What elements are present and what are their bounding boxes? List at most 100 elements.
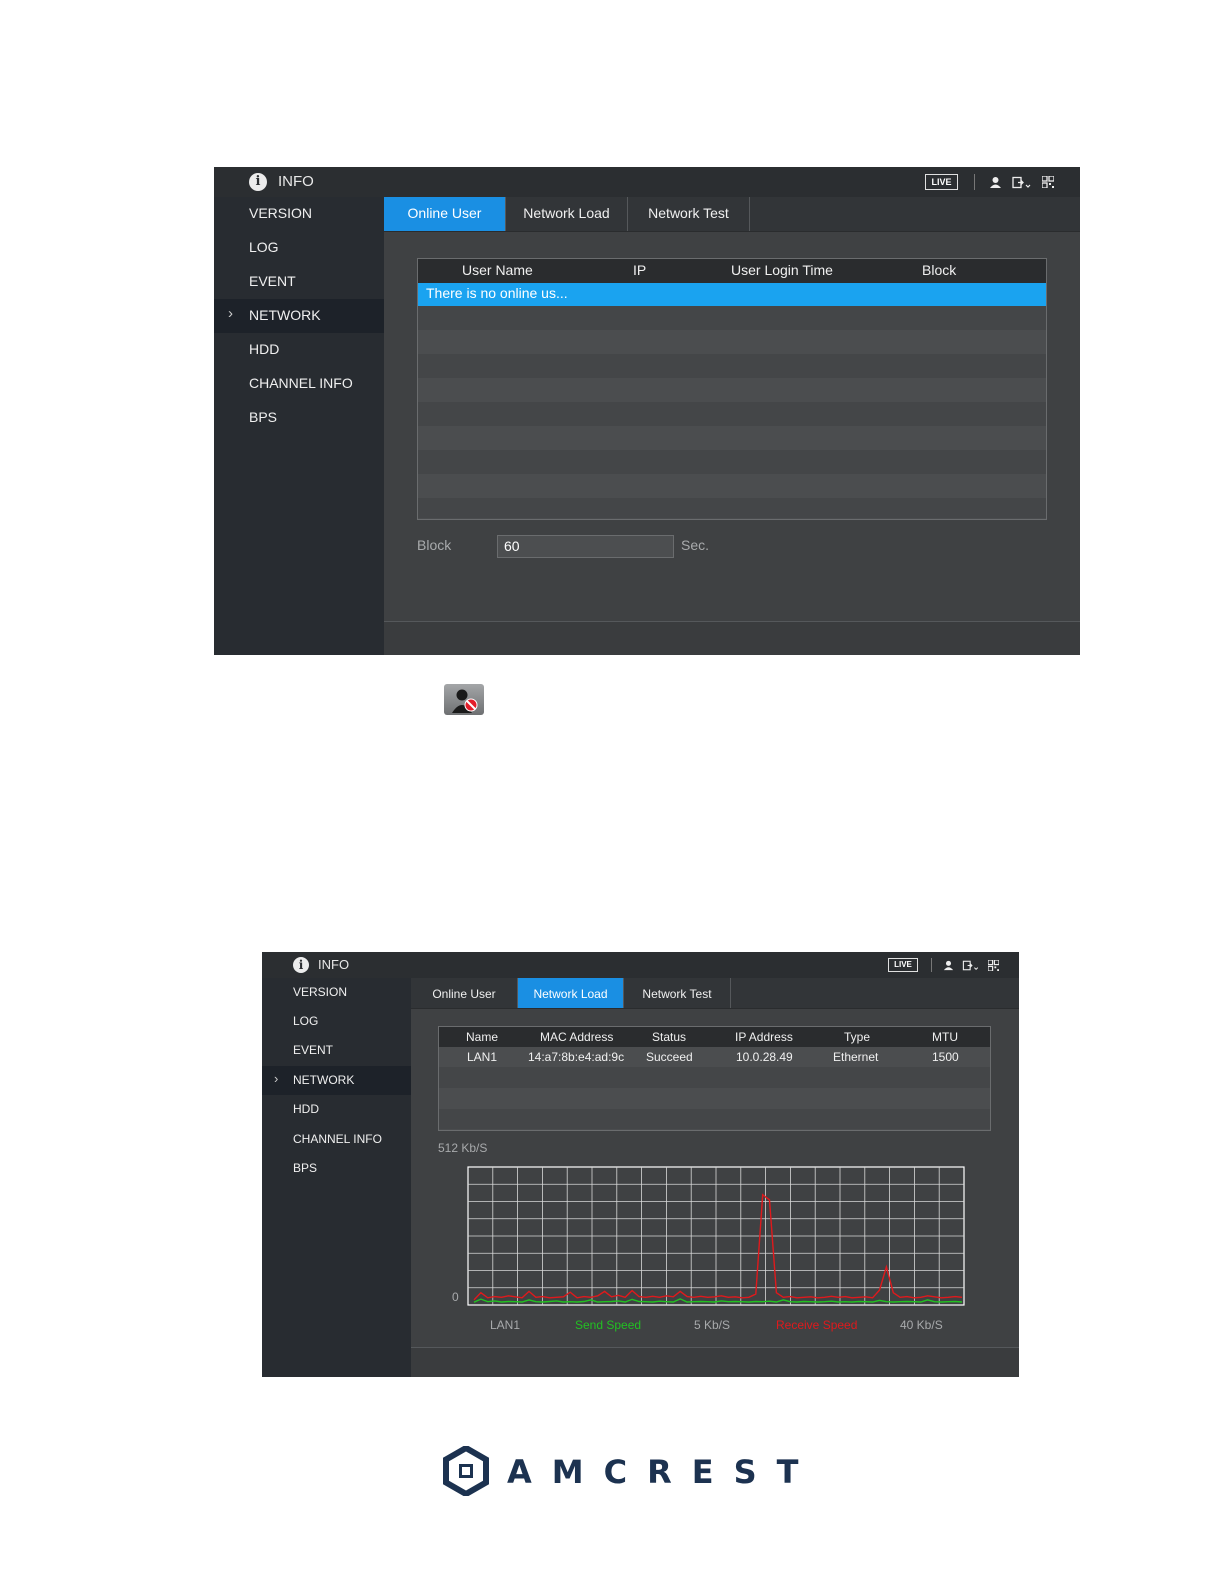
sidebar-item-label: BPS bbox=[249, 409, 278, 425]
sidebar-item-bps[interactable]: BPS bbox=[262, 1154, 411, 1183]
sidebar-item-label: BPS bbox=[293, 1161, 318, 1175]
tab-label: Online User bbox=[407, 205, 482, 221]
sidebar-item-label: VERSION bbox=[249, 205, 313, 221]
tab-label: Network Test bbox=[642, 987, 712, 1001]
sidebar-item-log[interactable]: LOG bbox=[214, 231, 384, 265]
column-header-ip[interactable]: IP bbox=[633, 262, 646, 278]
legend-receive-speed: Receive Speed bbox=[776, 1318, 858, 1332]
column-header-login-time[interactable]: User Login Time bbox=[731, 262, 833, 278]
table-row[interactable]: LAN1 14:a7:8b:e4:ad:9c Succeed 10.0.28.4… bbox=[439, 1047, 990, 1067]
sidebar-item-bps[interactable]: BPS bbox=[214, 401, 384, 435]
legend-send-speed: Send Speed bbox=[575, 1318, 642, 1332]
table-row[interactable] bbox=[418, 354, 1046, 378]
qr-code-icon[interactable] bbox=[988, 959, 999, 971]
tab-network-load[interactable]: Network Load bbox=[506, 197, 628, 231]
toolbar-separator bbox=[931, 958, 932, 972]
sidebar: VERSION LOG EVENT › NETWORK HDD CHANNEL … bbox=[262, 978, 411, 1377]
live-button[interactable]: LIVE bbox=[925, 174, 958, 190]
tab-label: Network Load bbox=[523, 205, 610, 221]
column-header-mtu[interactable]: MTU bbox=[932, 1030, 958, 1044]
online-user-table: User Name IP User Login Time Block There… bbox=[417, 258, 1047, 520]
table-row[interactable] bbox=[418, 426, 1046, 450]
tab-network-test[interactable]: Network Test bbox=[624, 978, 731, 1008]
column-header-mac-address[interactable]: MAC Address bbox=[540, 1030, 613, 1044]
sidebar-item-event[interactable]: EVENT bbox=[262, 1036, 411, 1065]
sidebar-item-log[interactable]: LOG bbox=[262, 1007, 411, 1036]
sidebar-item-network[interactable]: › NETWORK bbox=[262, 1066, 411, 1095]
amcrest-logo-icon bbox=[443, 1446, 489, 1496]
sidebar-item-channel-info[interactable]: CHANNEL INFO bbox=[262, 1125, 411, 1154]
tab-online-user[interactable]: Online User bbox=[411, 978, 518, 1008]
cell-mtu: 1500 bbox=[932, 1050, 959, 1064]
page-title: INFO bbox=[278, 173, 314, 190]
column-header-user-name[interactable]: User Name bbox=[462, 262, 533, 278]
logout-icon[interactable] bbox=[962, 960, 980, 971]
live-button[interactable]: LIVE bbox=[888, 958, 918, 972]
network-load-chart bbox=[467, 1166, 965, 1306]
sidebar-item-network[interactable]: › NETWORK bbox=[214, 299, 384, 333]
table-header: Name MAC Address Status IP Address Type … bbox=[439, 1027, 990, 1047]
table-row[interactable] bbox=[418, 474, 1046, 498]
sidebar-item-label: EVENT bbox=[293, 1043, 334, 1057]
table-row[interactable] bbox=[439, 1067, 990, 1088]
column-header-name[interactable]: Name bbox=[466, 1030, 498, 1044]
qr-code-icon[interactable] bbox=[1042, 176, 1054, 188]
sidebar-item-channel-info[interactable]: CHANNEL INFO bbox=[214, 367, 384, 401]
table-header: User Name IP User Login Time Block bbox=[418, 259, 1046, 283]
sidebar-item-version[interactable]: VERSION bbox=[214, 197, 384, 231]
table-row[interactable] bbox=[418, 378, 1046, 402]
table-row[interactable] bbox=[418, 402, 1046, 426]
table-row[interactable] bbox=[418, 450, 1046, 474]
sidebar-item-hdd[interactable]: HDD bbox=[214, 333, 384, 367]
sidebar-item-hdd[interactable]: HDD bbox=[262, 1095, 411, 1124]
tab-network-test[interactable]: Network Test bbox=[628, 197, 750, 231]
sidebar-item-label: HDD bbox=[293, 1102, 319, 1116]
column-header-type[interactable]: Type bbox=[844, 1030, 870, 1044]
page-title: INFO bbox=[318, 957, 350, 972]
user-icon[interactable] bbox=[989, 176, 1002, 189]
title-bar: i INFO LIVE bbox=[214, 167, 1080, 197]
info-window-online-user: i INFO LIVE VERSION LOG EVENT › NETWORK … bbox=[214, 167, 1080, 655]
cell-type: Ethernet bbox=[833, 1050, 879, 1064]
chevron-right-icon: › bbox=[274, 1071, 279, 1086]
user-icon[interactable] bbox=[943, 960, 954, 971]
table-row[interactable] bbox=[418, 306, 1046, 330]
table-row-selected[interactable]: There is no online us... bbox=[418, 283, 1046, 306]
tab-label: Network Test bbox=[648, 205, 729, 221]
tab-label: Online User bbox=[432, 987, 496, 1001]
cell-name: LAN1 bbox=[467, 1050, 498, 1064]
tab-label: Network Load bbox=[533, 987, 608, 1001]
cell-ip-address: 10.0.28.49 bbox=[736, 1050, 793, 1064]
sidebar-item-event[interactable]: EVENT bbox=[214, 265, 384, 299]
chart-ymin-label: 0 bbox=[452, 1290, 459, 1304]
sidebar-item-version[interactable]: VERSION bbox=[262, 978, 411, 1007]
title-bar: i INFO LIVE bbox=[262, 952, 1019, 978]
info-icon: i bbox=[293, 957, 309, 973]
sidebar: VERSION LOG EVENT › NETWORK HDD CHANNEL … bbox=[214, 197, 384, 655]
block-label: Block bbox=[417, 537, 452, 553]
block-unit-label: Sec. bbox=[681, 537, 710, 553]
info-window-network-load: i INFO LIVE VERSION LOG EVENT › NETWORK … bbox=[262, 952, 1019, 1377]
footer-bar bbox=[411, 1347, 1019, 1377]
column-header-status[interactable]: Status bbox=[652, 1030, 686, 1044]
table-row[interactable] bbox=[418, 330, 1046, 354]
sidebar-item-label: LOG bbox=[293, 1014, 319, 1028]
chart-ymax-label: 512 Kb/S bbox=[438, 1141, 488, 1155]
table-row[interactable] bbox=[418, 498, 1046, 518]
tab-online-user[interactable]: Online User bbox=[384, 197, 506, 231]
info-icon: i bbox=[249, 173, 267, 191]
column-header-block[interactable]: Block bbox=[922, 262, 956, 278]
sidebar-item-label: EVENT bbox=[249, 273, 296, 289]
table-row[interactable] bbox=[439, 1109, 990, 1129]
table-row[interactable] bbox=[439, 1088, 990, 1109]
legend-interface: LAN1 bbox=[490, 1318, 521, 1332]
logout-icon[interactable] bbox=[1012, 176, 1032, 189]
column-header-ip-address[interactable]: IP Address bbox=[735, 1030, 793, 1044]
tab-network-load[interactable]: Network Load bbox=[518, 978, 624, 1008]
sidebar-item-label: NETWORK bbox=[249, 307, 321, 323]
tab-bar: Online User Network Load Network Test bbox=[384, 197, 1080, 232]
legend-receive-speed-value: 40 Kb/S bbox=[900, 1318, 943, 1332]
chart-legend: LAN1 Send Speed 5 Kb/S Receive Speed 40 … bbox=[466, 1318, 966, 1334]
block-seconds-input[interactable]: 60 bbox=[497, 535, 674, 558]
sidebar-item-label: NETWORK bbox=[293, 1073, 355, 1087]
